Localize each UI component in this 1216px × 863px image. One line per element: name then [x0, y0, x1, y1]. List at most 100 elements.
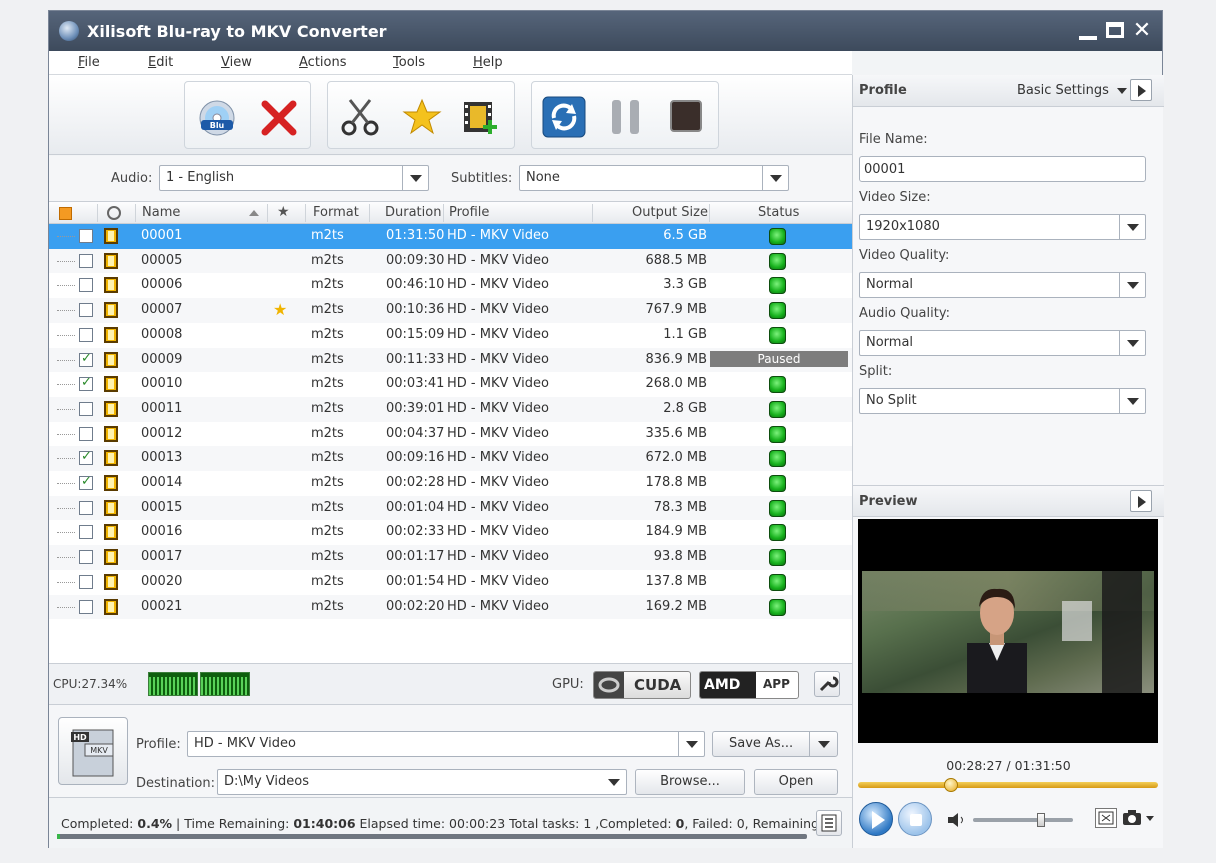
column-duration[interactable]: Duration — [385, 205, 441, 220]
row-checkbox[interactable] — [79, 401, 93, 416]
volume-icon[interactable] — [946, 812, 966, 831]
log-button[interactable] — [816, 810, 842, 836]
split-select[interactable]: No Split — [859, 388, 1146, 414]
volume-slider[interactable] — [973, 813, 1073, 827]
menu-help[interactable]: Help — [473, 55, 503, 70]
row-checkbox[interactable] — [79, 303, 93, 318]
table-row[interactable]: 00012 m2ts 00:04:37 HD - MKV Video 335.6 MB — [49, 422, 852, 447]
row-checkbox[interactable] — [79, 474, 93, 490]
select-all-checkbox[interactable] — [59, 207, 72, 220]
table-row[interactable]: 00017 m2ts 00:01:17 HD - MKV Video 93.8 MB — [49, 545, 852, 570]
table-row[interactable]: 00013 m2ts 00:09:16HD - MKV Video 672.0 MB — [49, 446, 852, 471]
row-format: m2ts — [311, 326, 344, 342]
menu-actions[interactable]: Actions — [299, 55, 347, 70]
preview-seek-bar[interactable] — [858, 778, 1158, 792]
table-row[interactable]: 00006 m2ts 00:46:10 HD - MKV Video 3.3 GB — [49, 273, 852, 298]
row-checkbox[interactable] — [79, 574, 93, 589]
row-checkbox[interactable] — [79, 278, 93, 293]
column-format[interactable]: Format — [313, 205, 359, 220]
stop-preview-button[interactable] — [898, 802, 932, 836]
row-profile: HD - MKV Video — [447, 475, 549, 490]
amd-app-button[interactable]: AMD APP — [699, 671, 799, 699]
table-row[interactable]: 00010 m2ts 00:03:41HD - MKV Video 268.0 MB — [49, 372, 852, 397]
maximize-icon[interactable] — [1103, 19, 1127, 43]
volume-knob[interactable] — [1037, 813, 1045, 827]
row-checkbox[interactable] — [79, 253, 93, 268]
file-name-input[interactable]: 00001 — [859, 156, 1146, 182]
remove-button[interactable] — [257, 96, 301, 138]
table-row[interactable]: 00007 ★ m2ts 00:10:36 HD - MKV Video 767.9 MB — [49, 298, 852, 323]
row-checkbox[interactable] — [79, 327, 93, 342]
snapshot-dropdown-icon[interactable] — [1146, 816, 1154, 821]
settings-button[interactable] — [814, 671, 840, 697]
pause-button[interactable] — [604, 96, 648, 138]
row-checkbox[interactable] — [79, 351, 93, 367]
menu-edit[interactable]: Edit — [148, 55, 173, 70]
table-row[interactable]: 00014 m2ts 00:02:28HD - MKV Video 178.8 MB — [49, 471, 852, 496]
column-output-size[interactable]: Output Size — [632, 205, 708, 220]
column-status[interactable]: Status — [758, 205, 799, 220]
table-row[interactable]: 00001 m2ts 01:31:50 HD - MKV Video 6.5 GB — [49, 224, 852, 249]
subtitles-select[interactable]: None — [519, 165, 789, 191]
split-label: Split: — [859, 364, 893, 379]
table-row[interactable]: 00021 m2ts 00:02:20 HD - MKV Video 169.2 MB — [49, 594, 852, 620]
table-row[interactable]: 00020 m2ts 00:01:54 HD - MKV Video 137.8 MB — [49, 570, 852, 595]
profile-thumbnail[interactable]: HD MKV — [58, 717, 128, 785]
column-profile[interactable]: Profile — [449, 205, 489, 220]
status-ready-icon — [769, 376, 786, 394]
table-row[interactable]: 00008 m2ts 00:15:09 HD - MKV Video 1.1 GB — [49, 323, 852, 348]
table-row[interactable]: 00016 m2ts 00:02:33 HD - MKV Video 184.9 MB — [49, 520, 852, 545]
cuda-button[interactable]: CUDA — [593, 671, 691, 699]
row-checkbox[interactable] — [79, 500, 93, 515]
status-ready-icon — [769, 228, 786, 245]
destination-select[interactable]: D:\My Videos — [217, 769, 627, 795]
row-checkbox[interactable] — [79, 550, 93, 565]
seek-knob[interactable] — [944, 778, 958, 792]
menu-tools[interactable]: Tools — [393, 55, 425, 70]
add-profile-button[interactable] — [458, 96, 502, 138]
column-name[interactable]: Name — [142, 205, 180, 220]
menu-view[interactable]: View — [221, 55, 252, 70]
table-row[interactable]: 00015 m2ts 00:01:04 HD - MKV Video 78.3 MB — [49, 495, 852, 521]
title-bar[interactable]: Xilisoft Blu-ray to MKV Converter ✕ — [49, 11, 1162, 51]
table-row[interactable]: 00005 m2ts 00:09:30 HD - MKV Video 688.5 MB — [49, 248, 852, 274]
browse-button[interactable]: Browse... — [635, 769, 745, 795]
row-checkbox[interactable] — [79, 525, 93, 540]
row-checkbox[interactable] — [79, 375, 93, 392]
basic-settings-dropdown[interactable]: Basic Settings — [1017, 83, 1128, 98]
video-quality-select[interactable]: Normal — [859, 272, 1146, 298]
fullscreen-button[interactable] — [1095, 808, 1117, 828]
row-profile: HD - MKV Video — [447, 549, 549, 565]
save-as-button[interactable]: Save As... — [712, 731, 838, 757]
status-ready-icon — [769, 252, 786, 270]
audio-quality-select[interactable]: Normal — [859, 330, 1146, 356]
add-bluray-button[interactable]: Blu — [195, 96, 239, 138]
open-button[interactable]: Open — [754, 769, 838, 795]
play-button[interactable] — [859, 802, 893, 836]
table-row[interactable]: 00011 m2ts 00:39:01 HD - MKV Video 2.8 GB — [49, 396, 852, 422]
settings-mode-label: Basic Settings — [1017, 83, 1109, 98]
video-size-select[interactable]: 1920x1080 — [859, 214, 1146, 240]
chevron-down-icon[interactable] — [809, 732, 837, 756]
row-checkbox[interactable] — [79, 449, 93, 466]
completed-label: Completed: — [61, 816, 134, 831]
profile-select[interactable]: HD - MKV Video — [187, 731, 705, 757]
star-column-icon[interactable]: ★ — [277, 204, 290, 220]
star-icon[interactable]: ★ — [273, 300, 287, 319]
convert-button[interactable] — [542, 96, 586, 138]
preview-expand-button[interactable] — [1130, 490, 1152, 512]
profile-expand-button[interactable] — [1130, 79, 1152, 101]
clip-button[interactable] — [338, 96, 382, 138]
row-checkbox[interactable] — [79, 426, 93, 441]
menu-file[interactable]: File — [78, 55, 100, 70]
snapshot-button[interactable] — [1121, 808, 1143, 828]
minimize-icon[interactable] — [1076, 19, 1100, 43]
audio-select[interactable]: 1 - English — [159, 165, 429, 191]
effects-button[interactable] — [400, 96, 444, 138]
row-checkbox[interactable] — [79, 229, 93, 243]
row-checkbox[interactable] — [79, 599, 93, 614]
close-icon[interactable]: ✕ — [1130, 19, 1154, 43]
stop-button[interactable] — [664, 96, 708, 138]
table-row[interactable]: 00009 m2ts 00:11:33HD - MKV Video 836.9 MBP… — [49, 347, 852, 373]
preview-video[interactable] — [858, 519, 1158, 743]
